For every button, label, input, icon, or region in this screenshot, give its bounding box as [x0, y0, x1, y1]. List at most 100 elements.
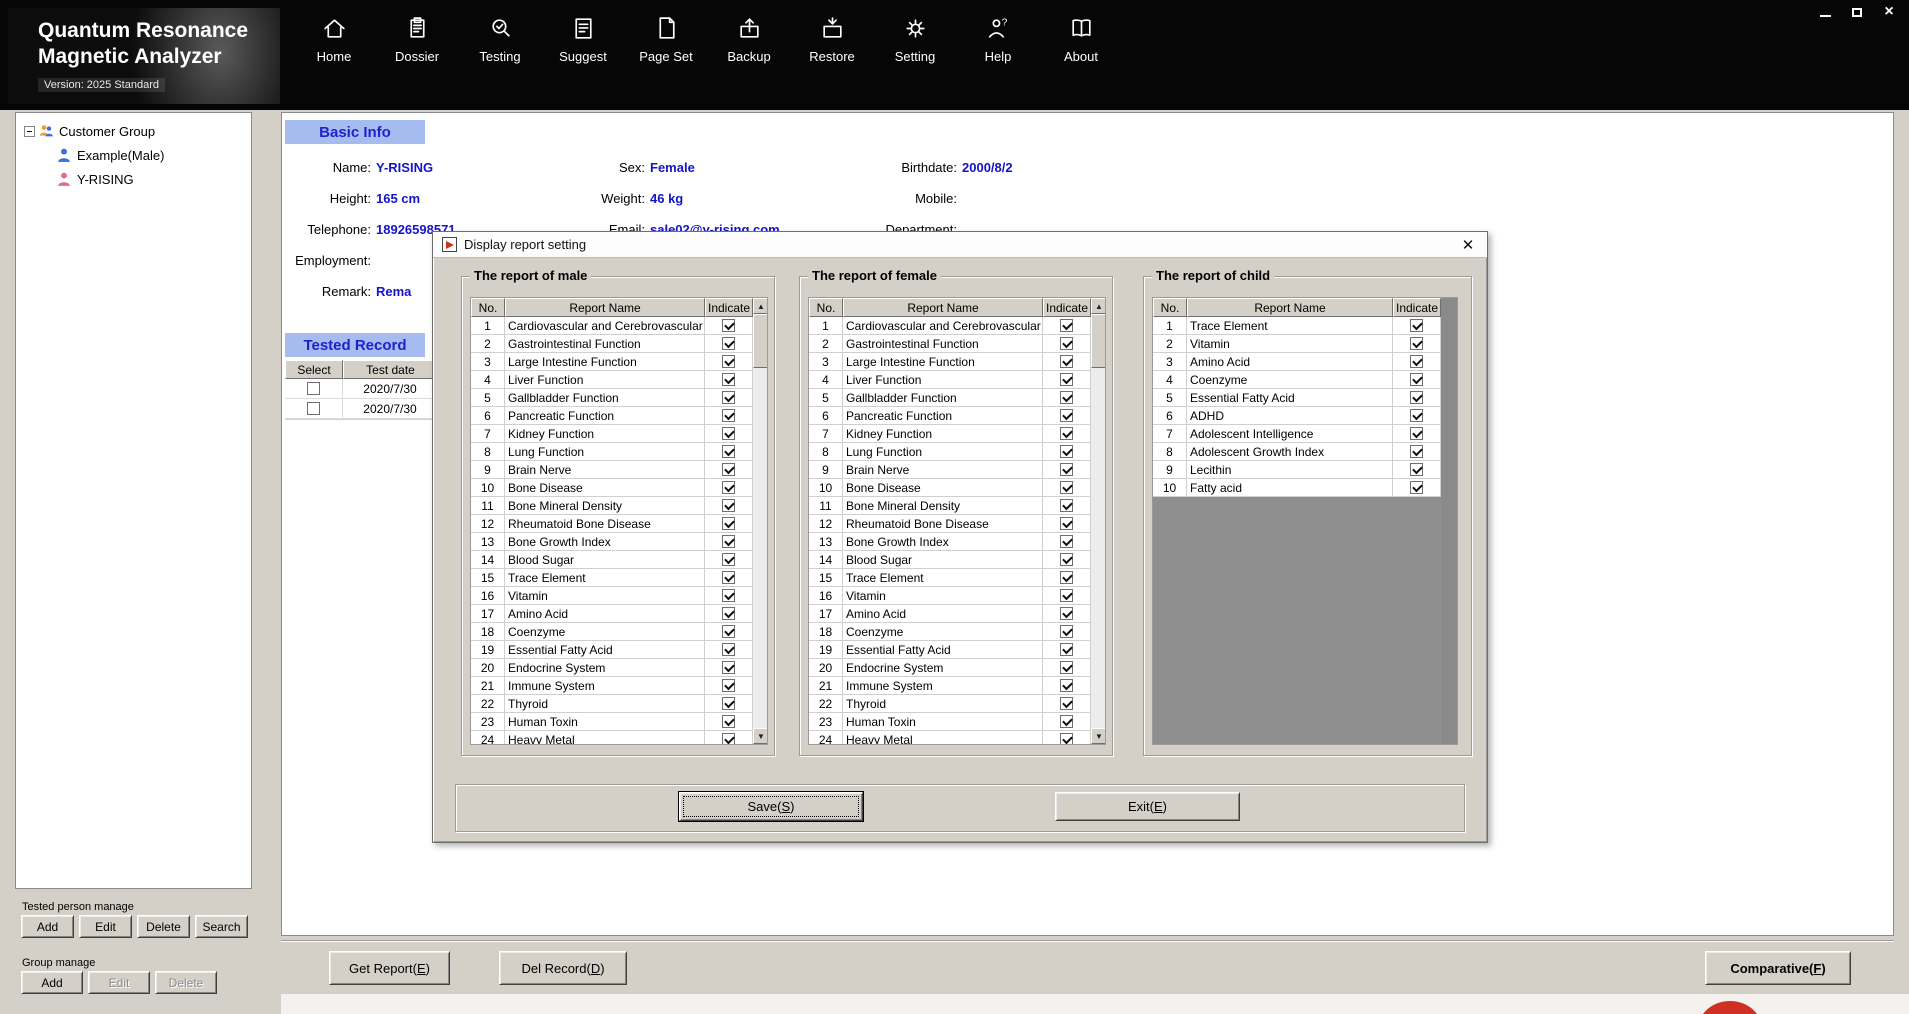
indicate-checkbox[interactable] — [1410, 337, 1423, 350]
column-header-report-name[interactable]: Report Name — [1187, 298, 1393, 317]
report-row[interactable]: 7 Adolescent Intelligence — [1153, 425, 1441, 443]
indicate-checkbox[interactable] — [1060, 535, 1073, 548]
report-row[interactable]: 4 Liver Function — [809, 371, 1091, 389]
report-row[interactable]: 20 Endocrine System — [809, 659, 1091, 677]
column-header-no[interactable]: No. — [1153, 298, 1187, 317]
person-manage-button[interactable]: Search — [195, 915, 248, 938]
report-row[interactable]: 18 Coenzyme — [471, 623, 753, 641]
indicate-checkbox[interactable] — [1060, 445, 1073, 458]
indicate-checkbox[interactable] — [1060, 661, 1073, 674]
group-manage-button[interactable]: Edit — [88, 971, 150, 994]
report-row[interactable]: 1 Trace Element — [1153, 317, 1441, 335]
indicate-checkbox[interactable] — [1060, 337, 1073, 350]
report-row[interactable]: 8 Lung Function — [471, 443, 753, 461]
dialog-titlebar[interactable]: Display report setting ✕ — [433, 232, 1487, 258]
indicate-checkbox[interactable] — [722, 553, 735, 566]
indicate-checkbox[interactable] — [1060, 607, 1073, 620]
report-row[interactable]: 6 Pancreatic Function — [809, 407, 1091, 425]
report-row[interactable]: 4 Liver Function — [471, 371, 753, 389]
indicate-checkbox[interactable] — [722, 715, 735, 728]
toolbar-item-testing[interactable]: Testing — [472, 15, 528, 64]
indicate-checkbox[interactable] — [722, 463, 735, 476]
report-row[interactable]: 11 Bone Mineral Density — [809, 497, 1091, 515]
indicate-checkbox[interactable] — [722, 661, 735, 674]
report-row[interactable]: 1 Cardiovascular and Cerebrovascular — [809, 317, 1091, 335]
indicate-checkbox[interactable] — [1060, 481, 1073, 494]
indicate-checkbox[interactable] — [722, 535, 735, 548]
indicate-checkbox[interactable] — [1410, 319, 1423, 332]
record-select-checkbox[interactable] — [307, 402, 320, 415]
indicate-checkbox[interactable] — [1060, 391, 1073, 404]
scrollbar-thumb[interactable] — [1091, 314, 1106, 368]
report-row[interactable]: 24 Heavy Metal — [809, 731, 1091, 745]
report-row[interactable]: 3 Large Intestine Function — [471, 353, 753, 371]
indicate-checkbox[interactable] — [722, 625, 735, 638]
report-row[interactable]: 19 Essential Fatty Acid — [471, 641, 753, 659]
column-header-indicate[interactable]: Indicate — [1393, 298, 1441, 317]
indicate-checkbox[interactable] — [722, 499, 735, 512]
column-header-report-name[interactable]: Report Name — [505, 298, 705, 317]
indicate-checkbox[interactable] — [1060, 643, 1073, 656]
indicate-checkbox[interactable] — [722, 391, 735, 404]
report-row[interactable]: 2 Gastrointestinal Function — [809, 335, 1091, 353]
report-row[interactable]: 4 Coenzyme — [1153, 371, 1441, 389]
report-row[interactable]: 11 Bone Mineral Density — [471, 497, 753, 515]
report-row[interactable]: 8 Lung Function — [809, 443, 1091, 461]
tested-record-row[interactable]: 2020/7/30 — [285, 379, 440, 399]
minimize-button[interactable] — [1811, 3, 1839, 21]
report-row[interactable]: 6 ADHD — [1153, 407, 1441, 425]
report-row[interactable]: 12 Rheumatoid Bone Disease — [471, 515, 753, 533]
scrollbar-track[interactable] — [1091, 368, 1106, 728]
report-row[interactable]: 14 Blood Sugar — [471, 551, 753, 569]
indicate-checkbox[interactable] — [1410, 409, 1423, 422]
column-header-report-name[interactable]: Report Name — [843, 298, 1043, 317]
indicate-checkbox[interactable] — [1060, 679, 1073, 692]
indicate-checkbox[interactable] — [722, 733, 735, 745]
report-row[interactable]: 15 Trace Element — [471, 569, 753, 587]
report-row[interactable]: 10 Fatty acid — [1153, 479, 1441, 497]
toolbar-item-restore[interactable]: Restore — [804, 15, 860, 64]
indicate-checkbox[interactable] — [722, 697, 735, 710]
indicate-checkbox[interactable] — [1060, 499, 1073, 512]
toolbar-item-page-set[interactable]: Page Set — [638, 15, 694, 64]
indicate-checkbox[interactable] — [1060, 517, 1073, 530]
toolbar-item-home[interactable]: Home — [306, 15, 362, 64]
person-manage-button[interactable]: Edit — [79, 915, 132, 938]
toolbar-item-suggest[interactable]: Suggest — [555, 15, 611, 64]
indicate-checkbox[interactable] — [1060, 427, 1073, 440]
save-button[interactable]: Save(S) — [679, 792, 863, 821]
report-row[interactable]: 7 Kidney Function — [471, 425, 753, 443]
indicate-checkbox[interactable] — [1410, 391, 1423, 404]
group-manage-button[interactable]: Add — [21, 971, 83, 994]
indicate-checkbox[interactable] — [722, 517, 735, 530]
toolbar-item-dossier[interactable]: Dossier — [389, 15, 445, 64]
indicate-checkbox[interactable] — [1060, 463, 1073, 476]
indicate-checkbox[interactable] — [722, 337, 735, 350]
report-row[interactable]: 24 Heavy Metal — [471, 731, 753, 745]
report-row[interactable]: 12 Rheumatoid Bone Disease — [809, 515, 1091, 533]
report-row[interactable]: 13 Bone Growth Index — [471, 533, 753, 551]
report-row[interactable]: 3 Large Intestine Function — [809, 353, 1091, 371]
indicate-checkbox[interactable] — [722, 355, 735, 368]
report-row[interactable]: 21 Immune System — [471, 677, 753, 695]
report-row[interactable]: 7 Kidney Function — [809, 425, 1091, 443]
indicate-checkbox[interactable] — [1060, 355, 1073, 368]
indicate-checkbox[interactable] — [722, 481, 735, 494]
indicate-checkbox[interactable] — [1060, 733, 1073, 745]
report-row[interactable]: 9 Brain Nerve — [471, 461, 753, 479]
indicate-checkbox[interactable] — [1060, 589, 1073, 602]
indicate-checkbox[interactable] — [1060, 625, 1073, 638]
indicate-checkbox[interactable] — [1060, 571, 1073, 584]
tree-item-example-male[interactable]: Example(Male) — [56, 143, 249, 167]
report-row[interactable]: 5 Essential Fatty Acid — [1153, 389, 1441, 407]
toolbar-item-help[interactable]: ? Help — [970, 15, 1026, 64]
indicate-checkbox[interactable] — [1060, 409, 1073, 422]
column-header-indicate[interactable]: Indicate — [1043, 298, 1091, 317]
column-header-indicate[interactable]: Indicate — [705, 298, 753, 317]
column-header-no[interactable]: No. — [471, 298, 505, 317]
toolbar-item-backup[interactable]: Backup — [721, 15, 777, 64]
indicate-checkbox[interactable] — [1060, 373, 1073, 386]
toolbar-item-setting[interactable]: Setting — [887, 15, 943, 64]
comparative-button[interactable]: Comparative(F) — [1705, 951, 1851, 985]
indicate-checkbox[interactable] — [1410, 481, 1423, 494]
